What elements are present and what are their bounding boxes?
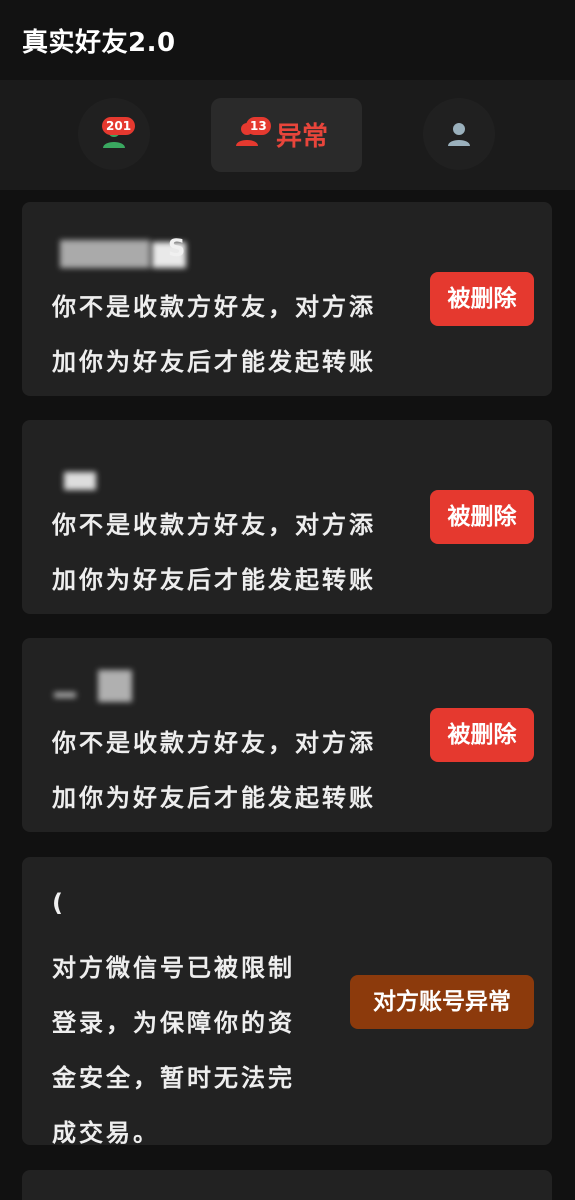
abnormal-count-badge: 13 xyxy=(246,117,271,135)
friend-card[interactable] xyxy=(22,1170,552,1200)
message-line: 成交易。 xyxy=(52,1119,160,1147)
card-message: 你不是收款方好友，对方添 加你为好友后才能发起转账 xyxy=(52,716,376,826)
blurred-name xyxy=(60,240,150,268)
deleted-status-button[interactable]: 被删除 xyxy=(430,708,534,762)
app-title: 真实好友2.0 xyxy=(22,28,176,58)
message-line: 登录，为保障你的资 xyxy=(52,1009,295,1037)
friend-name: ( xyxy=(52,889,212,925)
blurred-name xyxy=(54,692,76,698)
message-line: 加你为好友后才能发起转账 xyxy=(52,784,376,812)
friend-name xyxy=(52,670,212,706)
tab-all-friends[interactable]: 201 xyxy=(78,98,150,170)
friend-card[interactable]: ( 对方微信号已被限制 登录，为保障你的资 金安全，暂时无法完 成交易。 对方账… xyxy=(22,857,552,1147)
card-message: 对方微信号已被限制 登录，为保障你的资 金安全，暂时无法完 成交易。 xyxy=(52,941,295,1161)
blurred-name xyxy=(98,670,132,702)
friend-name: S xyxy=(52,234,212,270)
message-line: 你不是收款方好友，对方添 xyxy=(52,729,376,757)
message-line: 加你为好友后才能发起转账 xyxy=(52,348,376,376)
tab-bar: 201 13 异常 xyxy=(0,80,575,190)
friend-card[interactable]: S 你不是收款方好友，对方添 加你为好友后才能发起转账 被删除 xyxy=(22,202,552,396)
message-line: 加你为好友后才能发起转账 xyxy=(52,566,376,594)
friend-name-tail: ( xyxy=(52,889,63,917)
deleted-status-button[interactable]: 被删除 xyxy=(430,272,534,326)
friend-name xyxy=(52,452,212,490)
tab-profile[interactable] xyxy=(423,98,495,170)
app-header: 真实好友2.0 xyxy=(0,0,575,80)
card-message: 你不是收款方好友，对方添 加你为好友后才能发起转账 xyxy=(52,280,376,390)
message-line: 你不是收款方好友，对方添 xyxy=(52,511,376,539)
message-line: 金安全，暂时无法完 xyxy=(52,1064,295,1092)
account-abnormal-status-button[interactable]: 对方账号异常 xyxy=(350,975,534,1029)
friend-card[interactable]: 你不是收款方好友，对方添 加你为好友后才能发起转账 被删除 xyxy=(22,420,552,614)
card-message: 你不是收款方好友，对方添 加你为好友后才能发起转账 xyxy=(52,498,376,608)
message-line: 对方微信号已被限制 xyxy=(52,954,295,982)
all-friends-count-badge: 201 xyxy=(102,117,136,135)
friend-name-tail: S xyxy=(168,234,186,262)
tab-abnormal-label: 异常 xyxy=(276,122,329,152)
person-icon xyxy=(448,123,470,146)
tab-abnormal[interactable]: 13 异常 xyxy=(211,98,362,172)
friend-card[interactable]: 你不是收款方好友，对方添 加你为好友后才能发起转账 被删除 xyxy=(22,638,552,832)
message-line: 你不是收款方好友，对方添 xyxy=(52,293,376,321)
deleted-status-button[interactable]: 被删除 xyxy=(430,490,534,544)
blurred-name xyxy=(64,472,96,490)
